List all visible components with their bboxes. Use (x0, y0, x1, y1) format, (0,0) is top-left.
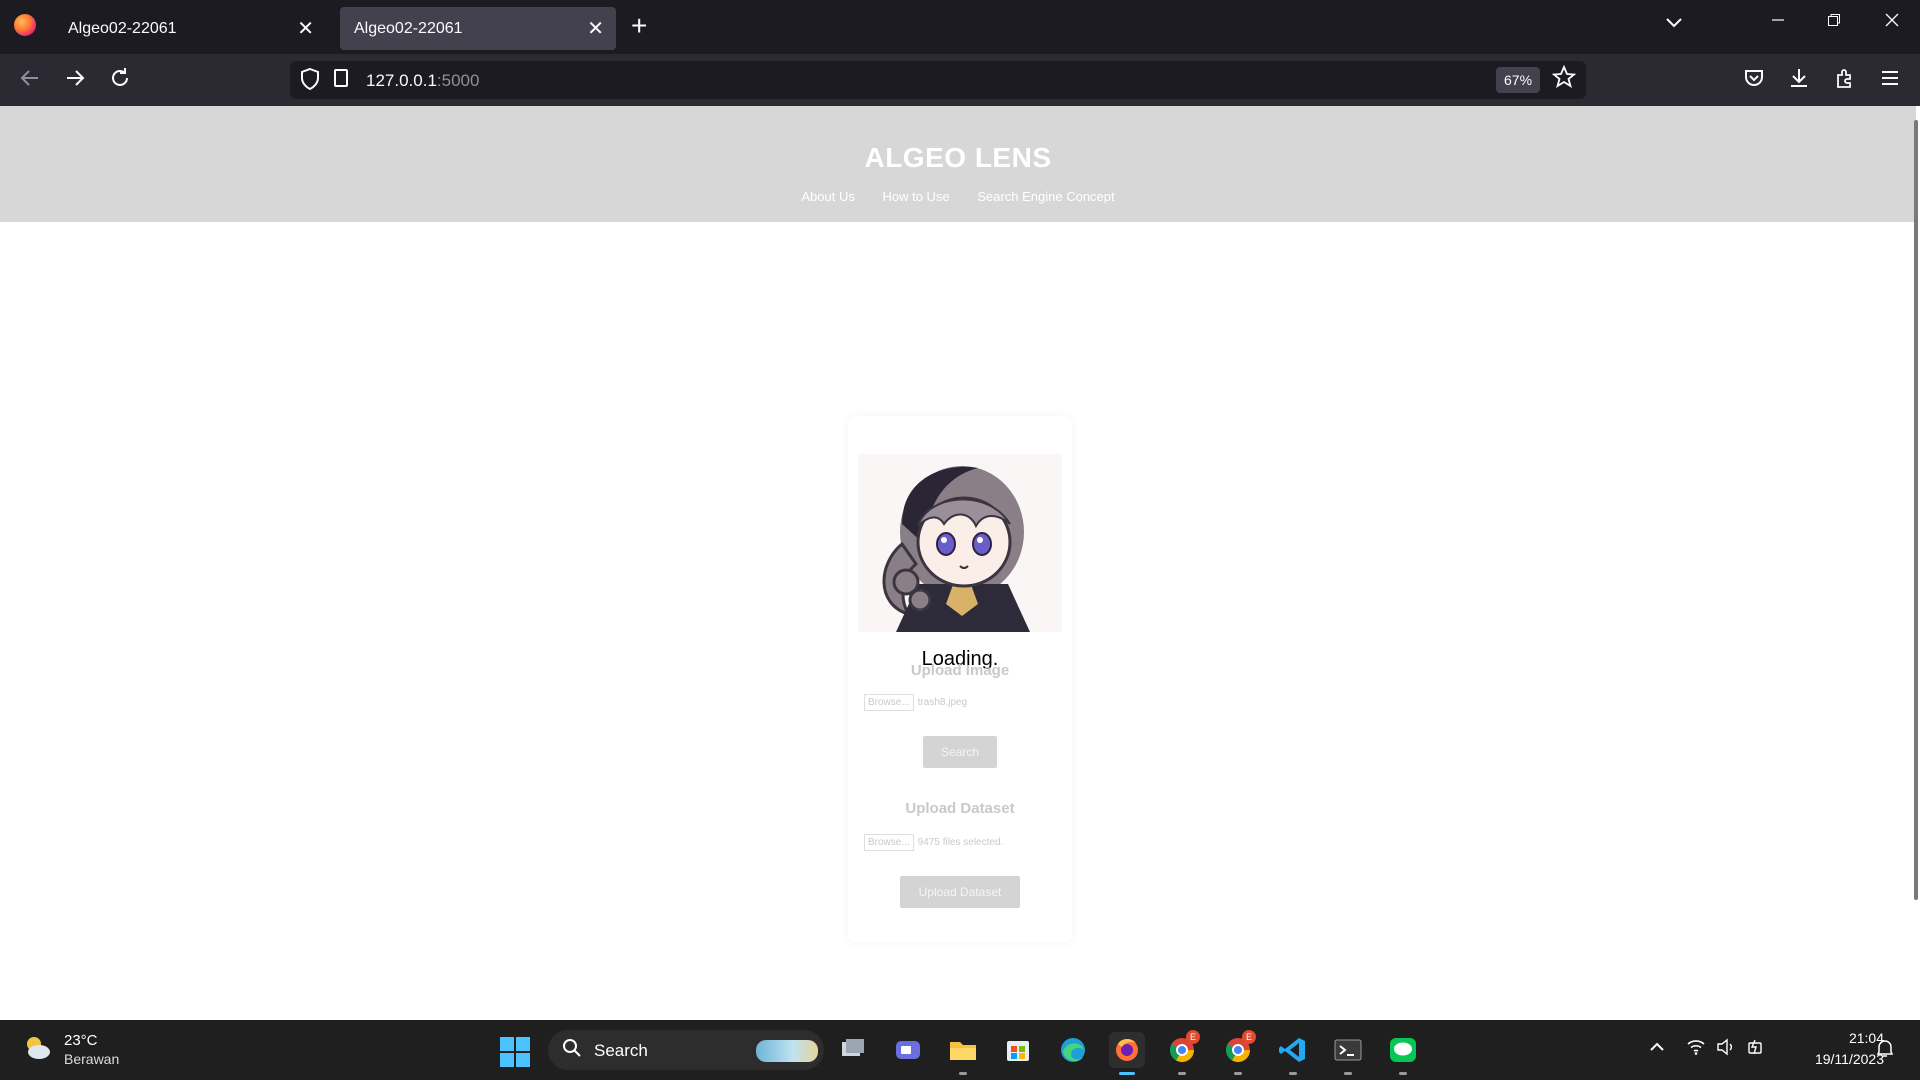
selected-dataset-status: 9475 files selected. (917, 837, 1004, 848)
tab-title: Algeo02-22061 (354, 20, 463, 37)
browser-tab-strip: Algeo02-22061 ✕ Algeo02-22061 ✕ + (0, 0, 1920, 54)
close-tab-icon[interactable]: ✕ (587, 16, 604, 41)
active-app-indicator (1119, 1072, 1135, 1075)
tab-title: Algeo02-22061 (68, 20, 177, 37)
list-all-tabs-icon[interactable] (1664, 12, 1684, 38)
wifi-icon[interactable] (1686, 1038, 1706, 1061)
upload-dataset-title: Upload Dataset (905, 800, 1015, 817)
line-messenger-icon[interactable] (1385, 1032, 1421, 1068)
app-running-indicator (959, 1072, 967, 1075)
task-view-icon[interactable] (834, 1032, 870, 1068)
loading-mascot-image (858, 454, 1062, 632)
search-highlight-image (756, 1040, 818, 1062)
clock-time[interactable]: 21:04 (1800, 1030, 1884, 1046)
new-tab-button[interactable]: + (631, 10, 647, 42)
browse-image-button[interactable]: Browse... (864, 694, 914, 711)
forward-icon[interactable] (59, 66, 91, 97)
back-icon[interactable] (14, 66, 46, 97)
dataset-file-input[interactable]: Browse... 9475 files selected. (864, 834, 1003, 851)
minimize-icon[interactable] (1758, 12, 1798, 33)
pocket-icon[interactable] (1738, 66, 1770, 97)
show-hidden-icons-chevron-icon[interactable] (1648, 1038, 1666, 1061)
downloads-icon[interactable] (1783, 66, 1815, 97)
app-running-indicator (1344, 1072, 1352, 1075)
nav-link-about-us[interactable]: About Us (801, 189, 854, 204)
search-icon (562, 1038, 582, 1064)
close-window-icon[interactable] (1872, 12, 1912, 33)
zoom-level-badge[interactable]: 67% (1496, 67, 1541, 93)
site-header: ALGEO LENS About Us How to Use Search En… (0, 106, 1916, 222)
weather-cloudy-icon[interactable] (22, 1032, 52, 1062)
bookmark-star-icon[interactable] (1551, 64, 1577, 96)
site-brand[interactable]: ALGEO LENS (0, 142, 1916, 174)
navigation-toolbar: 127.0.0.1:5000 67% (0, 54, 1920, 106)
address-bar[interactable]: 127.0.0.1:5000 67% (290, 61, 1586, 99)
selected-image-filename: trash8.jpeg (917, 697, 968, 708)
app-running-indicator (1234, 1072, 1242, 1075)
vscode-icon[interactable] (1275, 1032, 1311, 1068)
url-host: 127.0.0.1 (366, 71, 437, 90)
search-button[interactable]: Search (923, 736, 997, 768)
notification-badge: E (1242, 1030, 1256, 1044)
windows-taskbar: 23°C Berawan Search E E 21:04 19/11/2023 (0, 1020, 1920, 1080)
hamburger-menu-icon[interactable] (1874, 66, 1906, 97)
weather-description[interactable]: Berawan (64, 1051, 119, 1067)
firefox-taskbar-icon[interactable] (1109, 1032, 1145, 1068)
notification-badge: E (1186, 1030, 1200, 1044)
app-running-indicator (1178, 1072, 1186, 1075)
browser-tab-1[interactable]: Algeo02-22061 ✕ (54, 7, 326, 50)
upload-dataset-button[interactable]: Upload Dataset (900, 876, 1020, 908)
extensions-icon[interactable] (1829, 66, 1861, 97)
chibi-character-illustration (882, 466, 1030, 632)
search-label: Search (594, 1041, 648, 1060)
url-port: :5000 (436, 71, 480, 90)
battery-charging-icon[interactable] (1746, 1038, 1766, 1061)
restore-icon[interactable] (1814, 12, 1854, 33)
url-text[interactable]: 127.0.0.1:5000 (366, 71, 479, 91)
nav-link-how-to-use[interactable]: How to Use (882, 189, 949, 204)
clock-date[interactable]: 19/11/2023 (1780, 1051, 1884, 1067)
volume-icon[interactable] (1716, 1038, 1736, 1061)
weather-temperature[interactable]: 23°C (64, 1032, 98, 1049)
page-scrollbar[interactable] (1914, 120, 1918, 900)
nav-link-search-engine-concept[interactable]: Search Engine Concept (977, 189, 1114, 204)
browse-dataset-button[interactable]: Browse... (864, 834, 914, 851)
app-running-indicator (1399, 1072, 1407, 1075)
teams-chat-icon[interactable] (890, 1032, 926, 1068)
notifications-bell-icon[interactable] (1876, 1038, 1894, 1063)
reload-icon[interactable] (104, 66, 136, 97)
microsoft-store-icon[interactable] (1000, 1032, 1036, 1068)
page-info-icon[interactable] (334, 69, 348, 87)
app-running-indicator (1289, 1072, 1297, 1075)
site-nav: About Us How to Use Search Engine Concep… (0, 189, 1916, 204)
browser-tab-2[interactable]: Algeo02-22061 ✕ (340, 7, 616, 50)
file-explorer-icon[interactable] (945, 1032, 981, 1068)
taskbar-search-box[interactable]: Search (548, 1030, 824, 1070)
upload-image-title: Upload Image (910, 662, 1010, 679)
firefox-icon[interactable] (14, 14, 36, 36)
shield-icon[interactable] (300, 67, 320, 96)
terminal-icon[interactable] (1330, 1032, 1366, 1068)
close-tab-icon[interactable]: ✕ (297, 16, 314, 41)
windows-start-icon[interactable] (500, 1037, 530, 1067)
edge-browser-icon[interactable] (1055, 1032, 1091, 1068)
image-file-input[interactable]: Browse... trash8.jpeg (864, 694, 967, 711)
upload-card: Loading. Upload Image Browse... trash8.jp… (848, 416, 1072, 942)
